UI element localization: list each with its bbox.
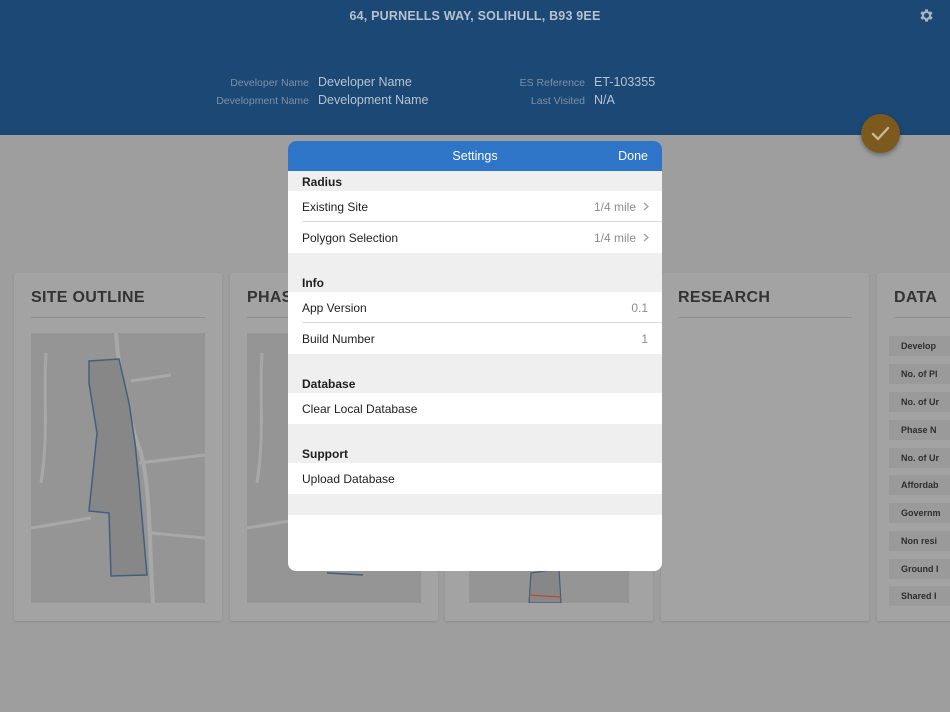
site-outline-map[interactable]	[31, 333, 205, 603]
last-visited-value: N/A	[594, 93, 615, 107]
es-reference-value: ET-103355	[594, 75, 656, 89]
data-row: Ground I	[889, 559, 950, 579]
app-version-value: 0.1	[631, 301, 648, 315]
card-divider	[31, 317, 205, 318]
last-visited-label: Last Visited	[530, 95, 585, 107]
data-title: DATA	[894, 289, 938, 306]
confirm-button[interactable]	[861, 114, 900, 153]
section-header-support: Support	[302, 447, 348, 461]
section-header-radius: Radius	[302, 175, 343, 189]
modal-header: Settings Done	[288, 141, 662, 171]
polygon-selection-row[interactable]: Polygon Selection 1/4 mile	[288, 222, 662, 253]
settings-list: Radius Existing Site 1/4 mile Polygon Se…	[288, 171, 662, 515]
es-reference-label: ES Reference	[519, 77, 585, 89]
data-card[interactable]: DATA Develop No. of Pl No. of Ur Phase N…	[877, 273, 950, 621]
data-row: Phase N	[889, 420, 950, 440]
upload-database-row[interactable]: Upload Database	[288, 463, 662, 494]
card-divider	[894, 317, 950, 318]
gear-icon[interactable]	[918, 7, 935, 24]
phase-title: PHAS	[247, 289, 293, 306]
done-button[interactable]: Done	[618, 149, 648, 163]
polygon-selection-value: 1/4 mile	[593, 231, 636, 245]
build-number-label: Build Number	[302, 332, 375, 346]
section-header-info: Info	[302, 276, 324, 290]
chevron-right-icon	[643, 233, 649, 242]
upload-database-label: Upload Database	[302, 472, 395, 486]
section-header-database: Database	[302, 377, 356, 391]
research-card[interactable]: RESEARCH	[661, 273, 869, 621]
site-address: 64, PURNELLS WAY, SOLIHULL, B93 9EE	[349, 9, 601, 23]
modal-title: Settings	[452, 149, 498, 163]
reference-meta-values: ET-103355 N/A	[594, 75, 794, 115]
data-row: Governm	[889, 503, 950, 523]
chevron-right-icon	[643, 202, 649, 211]
build-number-row: Build Number 1	[288, 323, 662, 354]
data-row: Shared I	[889, 586, 950, 606]
card-divider	[678, 317, 852, 318]
settings-modal: Settings Done Radius Existing Site 1/4 m…	[288, 141, 662, 571]
checkmark-icon	[871, 126, 890, 141]
data-row: Non resi	[889, 531, 950, 551]
site-outline-card[interactable]: SITE OUTLINE	[14, 273, 222, 621]
existing-site-label: Existing Site	[302, 200, 369, 214]
app-version-label: App Version	[302, 301, 367, 315]
data-row: Develop	[889, 336, 950, 356]
site-outline-title: SITE OUTLINE	[31, 289, 145, 306]
clear-local-database-row[interactable]: Clear Local Database	[288, 393, 662, 424]
build-number-value: 1	[641, 332, 648, 346]
app-version-row: App Version 0.1	[288, 292, 662, 323]
polygon-selection-label: Polygon Selection	[302, 231, 399, 245]
data-row: Affordab	[889, 475, 950, 495]
research-title: RESEARCH	[678, 289, 771, 306]
clear-local-database-label: Clear Local Database	[302, 402, 418, 416]
data-row: No. of Ur	[889, 448, 950, 468]
existing-site-row[interactable]: Existing Site 1/4 mile	[288, 191, 662, 222]
reference-meta: ES Reference Last Visited	[0, 75, 585, 115]
top-header: 64, PURNELLS WAY, SOLIHULL, B93 9EE Deve…	[0, 0, 950, 135]
data-row: No. of Pl	[889, 364, 950, 384]
existing-site-value: 1/4 mile	[593, 200, 636, 214]
data-row: No. of Ur	[889, 392, 950, 412]
